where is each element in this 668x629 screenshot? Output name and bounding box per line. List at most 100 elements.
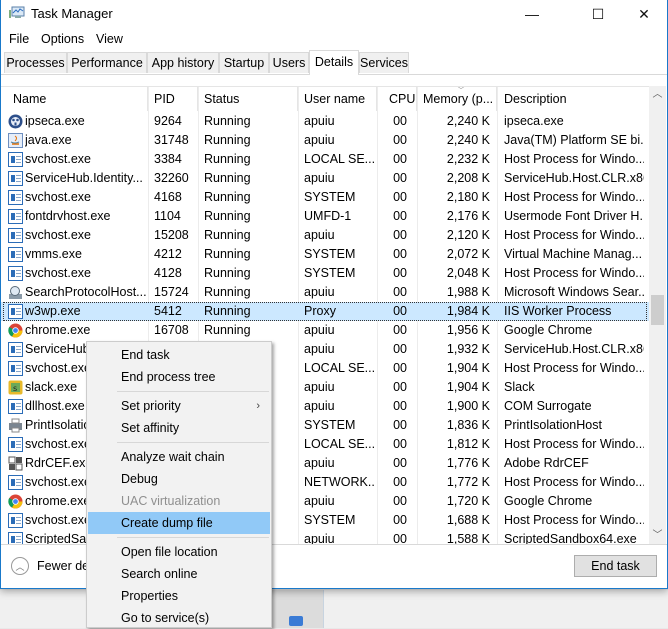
scroll-up-icon[interactable]: ︿ xyxy=(649,86,666,103)
cell-pid: 31748 xyxy=(154,133,189,147)
menu-bar: File Options View xyxy=(1,28,667,50)
cell-description: PrintIsolationHost xyxy=(504,418,602,432)
cell-memory: 2,240 K xyxy=(446,133,490,147)
menu-item-label: End task xyxy=(121,348,170,362)
minimize-button[interactable]: — xyxy=(509,0,555,28)
context-menu-item-debug[interactable]: Debug xyxy=(88,468,270,490)
menu-item-label: Set priority xyxy=(121,399,181,413)
context-menu-item-go-to-service-s[interactable]: Go to service(s) xyxy=(88,607,270,629)
table-header: Name PID Status User name CPU Memory (p.… xyxy=(1,87,649,111)
table-row[interactable]: w3wp.exe 5412 Running Proxy 00 1,984 K IIS Wor… xyxy=(1,302,649,321)
table-row[interactable]: SearchProtocolHost.... 15724 Running apuiu 0… xyxy=(1,283,649,302)
service-process-icon xyxy=(8,304,23,319)
service-process-icon xyxy=(8,152,23,167)
table-row[interactable]: svchost.exe 4128 Running SYSTEM 00 2,048 K Hos… xyxy=(1,264,649,283)
cell-user: SYSTEM xyxy=(304,247,356,261)
tab-performance[interactable]: Performance xyxy=(67,52,147,73)
cell-name: svchost.exe xyxy=(25,228,92,242)
table-row[interactable]: fontdrvhost.exe 1104 Running UMFD-1 00 2,176 … xyxy=(1,207,649,226)
table-row[interactable]: svchost.exe 3384 Running LOCAL SE... 00 2,232… xyxy=(1,150,649,169)
context-menu-item-set-priority[interactable]: Set priority › xyxy=(88,395,270,417)
cell-cpu: 00 xyxy=(393,304,407,318)
cell-name: fontdrvhost.exe xyxy=(25,209,111,223)
context-menu-item-set-affinity[interactable]: Set affinity xyxy=(88,417,270,439)
cell-pid: 4212 xyxy=(154,247,182,261)
table-row[interactable]: java.exe 31748 Running apuiu 00 2,240 K Java(T… xyxy=(1,131,649,150)
cell-memory: 1,904 K xyxy=(446,361,490,375)
cell-name: ipseca.exe xyxy=(25,114,85,128)
cell-description: Adobe RdrCEF xyxy=(504,456,589,470)
table-row[interactable]: vmms.exe 4212 Running SYSTEM 00 2,072 K Virtua… xyxy=(1,245,649,264)
cell-cpu: 00 xyxy=(393,152,407,166)
cell-description: Google Chrome xyxy=(504,494,593,508)
menu-item-label: Search online xyxy=(121,567,198,581)
cell-status: Running xyxy=(204,171,251,185)
cell-description: Slack xyxy=(504,380,535,394)
ipseca-process-icon xyxy=(8,114,23,129)
cell-cpu: 00 xyxy=(393,342,407,356)
tab-services[interactable]: Services xyxy=(359,52,409,73)
cell-status: Running xyxy=(204,285,251,299)
service-process-icon xyxy=(8,247,23,262)
cell-pid: 9264 xyxy=(154,114,182,128)
service-process-icon xyxy=(8,475,23,490)
column-header-status[interactable]: Status xyxy=(198,87,298,111)
menu-item-label: Create dump file xyxy=(121,516,213,530)
context-menu-item-open-file-location[interactable]: Open file location xyxy=(88,541,270,563)
cell-description: COM Surrogate xyxy=(504,399,592,413)
vertical-scrollbar[interactable]: ︿ ﹀ xyxy=(649,86,666,544)
tab-app-history[interactable]: App history xyxy=(147,52,219,73)
chrome-process-icon xyxy=(8,323,23,338)
tab-details[interactable]: Details xyxy=(309,50,359,75)
cell-cpu: 00 xyxy=(393,285,407,299)
cell-description: Google Chrome xyxy=(504,323,593,337)
column-header-user-name[interactable]: User name xyxy=(298,87,377,111)
cell-user: apuiu xyxy=(304,323,335,337)
cell-cpu: 00 xyxy=(393,114,407,128)
column-header-pid[interactable]: PID xyxy=(148,87,198,111)
tab-processes[interactable]: Processes xyxy=(4,52,67,73)
tab-bar: Processes Performance App history Startu… xyxy=(1,50,667,75)
column-header-description[interactable]: Description xyxy=(497,87,649,111)
menu-options[interactable]: Options xyxy=(41,32,84,46)
context-menu-item-create-dump-file[interactable]: Create dump file xyxy=(88,512,270,534)
menu-separator xyxy=(117,391,269,392)
menu-view[interactable]: View xyxy=(96,32,123,46)
maximize-button[interactable]: ☐ xyxy=(575,0,621,28)
cell-status: Running xyxy=(204,114,251,128)
cell-cpu: 00 xyxy=(393,380,407,394)
context-menu-item-end-process-tree[interactable]: End process tree xyxy=(88,366,270,388)
cell-description: Host Process for Windo... xyxy=(504,266,644,280)
menu-file[interactable]: File xyxy=(9,32,29,46)
cell-name: SearchProtocolHost.... xyxy=(25,285,147,299)
table-row[interactable]: ServiceHub.Identity... 32260 Running apuiu 0… xyxy=(1,169,649,188)
context-menu-item-search-online[interactable]: Search online xyxy=(88,563,270,585)
chevron-up-icon: ︿ xyxy=(11,557,29,575)
fewer-details-button[interactable]: ︿ Fewer det xyxy=(11,557,93,575)
column-header-name[interactable]: Name xyxy=(1,87,148,111)
cell-status: Running xyxy=(204,323,251,337)
context-menu-item-analyze-wait-chain[interactable]: Analyze wait chain xyxy=(88,446,270,468)
tab-startup[interactable]: Startup xyxy=(219,52,269,73)
cell-cpu: 00 xyxy=(393,494,407,508)
scrollbar-thumb[interactable] xyxy=(651,295,664,325)
cell-cpu: 00 xyxy=(393,209,407,223)
cell-user: apuiu xyxy=(304,171,335,185)
table-row[interactable]: svchost.exe 15208 Running apuiu 00 2,120 K Hos… xyxy=(1,226,649,245)
scroll-down-icon[interactable]: ﹀ xyxy=(649,527,666,544)
cell-memory: 1,956 K xyxy=(446,323,490,337)
menu-item-label: Properties xyxy=(121,589,178,603)
cell-name: chrome.exe xyxy=(25,323,91,337)
context-menu-item-end-task[interactable]: End task xyxy=(88,344,270,366)
context-menu-item-properties[interactable]: Properties xyxy=(88,585,270,607)
table-row[interactable]: ipseca.exe 9264 Running apuiu 00 2,240 K ipsec… xyxy=(1,112,649,131)
tab-users[interactable]: Users xyxy=(269,52,309,73)
end-task-button[interactable]: End task xyxy=(574,555,657,577)
menu-item-label: Debug xyxy=(121,472,158,486)
column-header-cpu[interactable]: CPU xyxy=(377,87,417,111)
table-row[interactable]: svchost.exe 4168 Running SYSTEM 00 2,180 K Hos… xyxy=(1,188,649,207)
title-bar[interactable]: Task Manager — ☐ ✕ xyxy=(1,0,667,28)
close-button[interactable]: ✕ xyxy=(621,0,667,28)
table-row[interactable]: chrome.exe 16708 Running apuiu 00 1,956 K Goog… xyxy=(1,321,649,340)
cell-pid: 32260 xyxy=(154,171,189,185)
